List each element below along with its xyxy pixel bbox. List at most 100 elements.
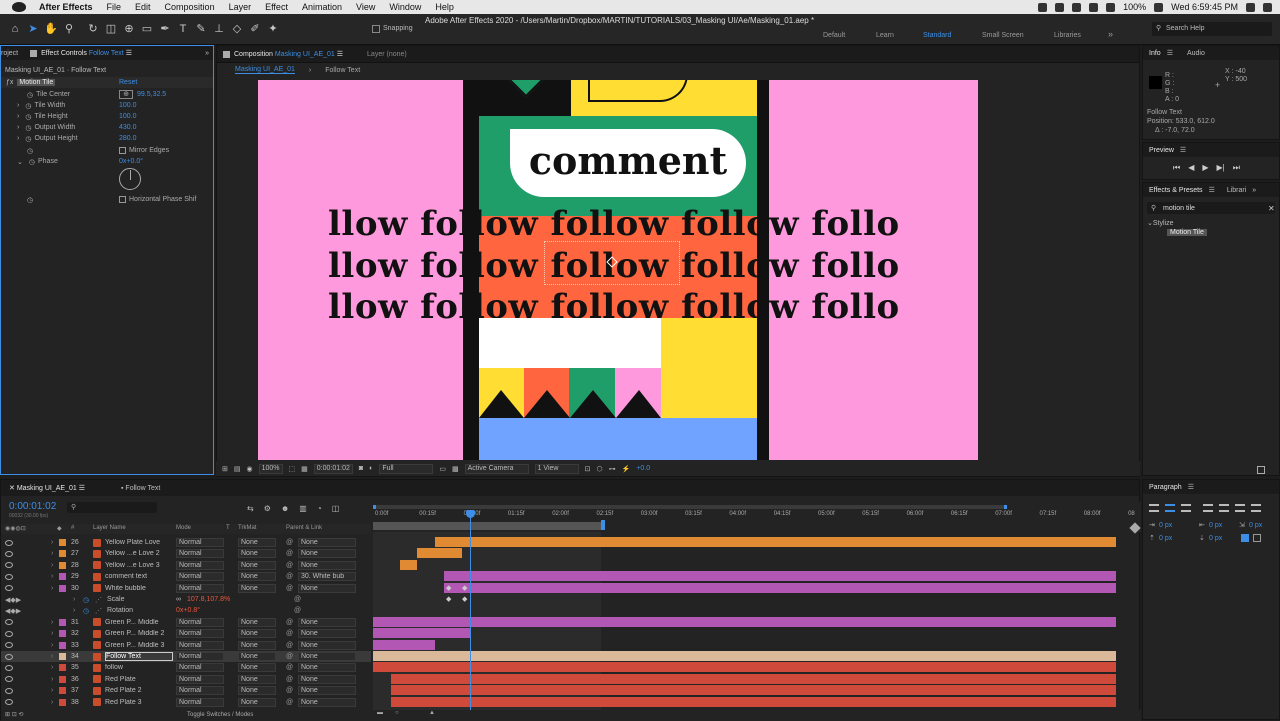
visibility-eye-icon[interactable] <box>5 550 13 557</box>
indent-first-value[interactable]: 0 px <box>1249 522 1262 529</box>
mode-select[interactable]: Normal <box>176 674 224 684</box>
prop-value-phase[interactable]: 0x+0.0° <box>119 158 143 165</box>
space-after-value[interactable]: 0 px <box>1209 535 1222 542</box>
workspace-standard[interactable]: Standard <box>923 32 951 39</box>
trkmat-select[interactable]: None <box>238 572 276 582</box>
justify-all-icon[interactable] <box>1251 504 1261 512</box>
transparency-grid-icon[interactable]: ▩ <box>452 465 459 473</box>
trkmat-select[interactable]: None <box>238 652 276 661</box>
snapshot-icon[interactable]: ◙ <box>359 465 363 472</box>
pickwhip-icon[interactable]: @ <box>286 676 293 683</box>
layer-duration-bar[interactable] <box>390 685 1117 696</box>
ltr-direction-icon[interactable] <box>1253 534 1261 542</box>
keyframe-nav-icon[interactable]: ◀◆▶ <box>5 596 21 604</box>
trkmat-select[interactable]: None <box>238 617 276 627</box>
parent-select[interactable]: None <box>298 617 356 627</box>
clone-stamp-icon[interactable]: ⊥ <box>212 22 226 36</box>
effect-reset-link[interactable]: Reset <box>119 79 137 86</box>
parent-select[interactable]: None <box>298 663 356 673</box>
tab-libraries[interactable]: Librari <box>1221 187 1252 194</box>
snapping-checkbox[interactable] <box>372 25 380 33</box>
disclosure-icon[interactable]: › <box>51 699 53 706</box>
stopwatch-icon[interactable]: ◷ <box>25 135 31 143</box>
mode-select[interactable]: Normal <box>176 572 224 582</box>
keyframe-icon[interactable]: ◆ <box>462 584 467 592</box>
brush-tool-icon[interactable]: ✎ <box>194 22 208 36</box>
breadcrumb-layer[interactable]: Follow Text <box>325 67 360 74</box>
disclosure-icon[interactable]: › <box>51 676 53 683</box>
menu-effect[interactable]: Effect <box>258 2 295 12</box>
draft-3d-icon[interactable]: ⚙ <box>264 504 271 513</box>
layer-name[interactable]: follow <box>105 664 173 671</box>
label-color-swatch[interactable] <box>59 618 66 626</box>
effects-category-row[interactable]: ⌄Stylize <box>1147 219 1174 227</box>
visibility-eye-icon[interactable] <box>5 585 13 592</box>
table-row[interactable]: › 34 Follow Text Normal None @ None <box>1 651 371 662</box>
mode-select[interactable]: Normal <box>176 686 224 696</box>
indent-right-value[interactable]: 0 px <box>1209 522 1222 529</box>
table-row[interactable]: › 37 Red Plate 2 Normal None @ None <box>1 685 371 696</box>
label-color-swatch[interactable] <box>59 653 66 660</box>
type-tool-icon[interactable]: T <box>176 22 190 36</box>
label-color-swatch[interactable] <box>59 641 66 649</box>
wifi-icon[interactable] <box>1089 2 1099 12</box>
dropbox-icon[interactable] <box>1038 2 1048 12</box>
phase-dial[interactable] <box>119 168 141 190</box>
visibility-eye-icon[interactable] <box>5 687 13 694</box>
region-icon[interactable]: ⬚ <box>289 465 296 473</box>
keyframe-icon[interactable]: ◆ <box>446 584 451 592</box>
new-folder-icon[interactable] <box>1257 466 1265 474</box>
hand-tool-icon[interactable]: ✋ <box>44 22 58 36</box>
current-timecode[interactable]: 0:00:01:02 <box>9 501 56 512</box>
justify-right-icon[interactable] <box>1235 504 1245 512</box>
panel-menu-icon[interactable]: ☰ <box>1167 49 1173 57</box>
parent-select[interactable]: None <box>298 652 356 661</box>
play-icon[interactable]: ▶ <box>1202 163 1208 173</box>
last-frame-icon[interactable]: ⏭ <box>1233 163 1240 173</box>
tab-preview[interactable]: Preview <box>1143 147 1180 154</box>
layer-name[interactable]: Red Plate <box>105 676 173 683</box>
col-mode[interactable]: Mode <box>176 525 191 531</box>
zoom-select[interactable]: 100% <box>258 463 283 474</box>
breadcrumb-comp[interactable]: Masking UI_AE_01 <box>235 66 295 74</box>
panel-overflow-icon[interactable]: » <box>1252 187 1256 194</box>
frame-blending-icon[interactable]: ▥ <box>299 504 307 513</box>
menu-clock[interactable]: Wed 6:59:45 PM <box>1171 2 1238 12</box>
zoom-out-icon[interactable]: ▬ <box>377 710 383 716</box>
layer-duration-bar[interactable] <box>373 639 435 650</box>
graph-editor-icon[interactable]: ◫ <box>332 504 340 513</box>
col-layer-name[interactable]: Layer Name <box>93 525 126 531</box>
menu-composition[interactable]: Composition <box>158 2 222 12</box>
disclosure-icon[interactable]: › <box>73 596 75 603</box>
camera-tool-icon[interactable]: ◫ <box>104 22 118 36</box>
stopwatch-icon[interactable]: ◷ <box>83 607 89 615</box>
justify-center-icon[interactable] <box>1219 504 1229 512</box>
table-row[interactable]: › 30 White bubble Normal None @ None <box>1 583 371 594</box>
bluetooth-icon[interactable] <box>1072 2 1082 12</box>
exposure-value[interactable]: +0.0 <box>636 465 650 472</box>
prop-value-tile-center[interactable]: 99.5,32.5 <box>137 91 166 98</box>
pickwhip-icon[interactable]: @ <box>286 630 293 637</box>
label-color-swatch[interactable] <box>59 561 66 569</box>
disclosure-icon[interactable]: › <box>51 619 53 626</box>
prop-value-output-height[interactable]: 280.0 <box>119 135 137 142</box>
puppet-tool-icon[interactable]: ✦ <box>266 22 280 36</box>
effects-item-motion-tile[interactable]: Motion Tile <box>1167 229 1207 236</box>
label-color-swatch[interactable] <box>59 698 66 706</box>
selection-tool-icon[interactable]: ➤ <box>26 22 40 36</box>
visibility-eye-icon[interactable] <box>5 664 13 671</box>
menu-layer[interactable]: Layer <box>222 2 259 12</box>
stopwatch-icon[interactable]: ◷ <box>25 102 31 110</box>
work-area-bar[interactable] <box>373 522 603 530</box>
table-row[interactable]: › 29 comment text Normal None @30. White bub <box>1 571 371 582</box>
label-color-swatch[interactable] <box>59 675 66 683</box>
layer-name[interactable]: White bubble <box>105 585 173 592</box>
parent-select[interactable]: None <box>298 686 356 696</box>
mode-select[interactable]: Normal <box>176 560 224 570</box>
toggle-channels-icon[interactable]: ⊞ <box>222 465 228 473</box>
layer-name[interactable]: Yellow ...e Love 2 <box>105 550 173 557</box>
camera-select[interactable]: Active Camera <box>464 463 529 474</box>
constrain-link-icon[interactable]: ∞ <box>176 596 181 603</box>
effect-name[interactable]: Motion Tile <box>17 79 56 86</box>
table-row[interactable]: › 27 Yellow ...e Love 2 Normal None @ None <box>1 548 371 559</box>
